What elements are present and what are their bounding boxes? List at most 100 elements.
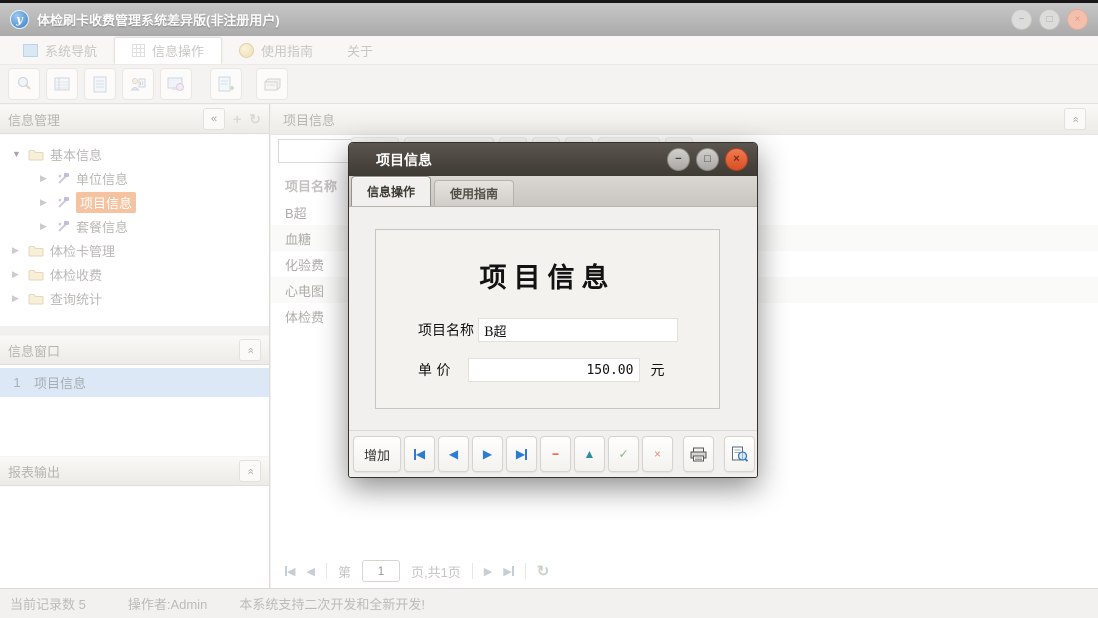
tree-item-card-manage[interactable]: ▶ 体检卡管理 (0, 238, 269, 262)
tree-item-project-info[interactable]: ▶ 项目信息 (0, 190, 269, 214)
refresh-icon[interactable]: ↻ (249, 111, 261, 128)
minimize-icon[interactable]: − (1011, 9, 1032, 30)
maximize-icon[interactable]: □ (1039, 9, 1060, 30)
navigation-tree: ▼ 基本信息 ▶ 单位信息 ▶ 项目信息 ▶ 套餐信息 ▶ (0, 134, 269, 326)
project-name-label: 项目名称 (418, 320, 474, 340)
list-view-button[interactable] (46, 68, 78, 100)
tree-item-label: 套餐信息 (76, 217, 128, 236)
tab-label: 使用指南 (261, 41, 313, 60)
user-report-button[interactable] (122, 68, 154, 100)
collapse-arrow-icon[interactable]: ▶ (12, 269, 27, 280)
tab-about[interactable]: 关于 (330, 37, 390, 64)
unit-price-input[interactable] (468, 358, 640, 382)
print-preview-icon (731, 446, 748, 462)
dialog-close-icon[interactable]: × (725, 148, 748, 171)
report-output-header: 报表输出 « (0, 456, 269, 486)
first-page-icon[interactable]: ◀ (285, 565, 295, 578)
print-button[interactable] (683, 436, 714, 472)
document-button[interactable] (84, 68, 116, 100)
tree-item-package-info[interactable]: ▶ 套餐信息 (0, 214, 269, 238)
add-icon[interactable]: + (233, 111, 241, 127)
expand-arrow-icon[interactable]: ▼ (12, 149, 27, 159)
tree-item-label: 体检卡管理 (50, 241, 115, 260)
tree-item-label: 查询统计 (50, 289, 102, 308)
prev-record-button[interactable]: ◀ (438, 436, 469, 472)
currency-unit-label: 元 (650, 360, 664, 380)
document-add-button[interactable] (210, 68, 242, 100)
list-view-icon (53, 76, 71, 92)
collapse-arrow-icon[interactable]: ▶ (40, 221, 55, 232)
info-manage-title: 信息管理 (8, 110, 60, 129)
open-window-item[interactable]: 1 项目信息 (0, 368, 269, 397)
dialog-title: 项目信息 (376, 150, 432, 170)
edit-record-button[interactable]: ▲ (574, 436, 605, 472)
collapse-arrow-icon[interactable]: ▶ (40, 173, 55, 184)
dialog-titlebar: 项目信息 − □ × (349, 143, 757, 176)
tree-item-query-stats[interactable]: ▶ 查询统计 (0, 286, 269, 310)
tree-item-label: 基本信息 (50, 145, 102, 164)
tree-item-unit-info[interactable]: ▶ 单位信息 (0, 166, 269, 190)
last-page-icon[interactable]: ▶ (503, 565, 513, 578)
blue-square-icon (23, 44, 38, 57)
dialog-tab-info-operation[interactable]: 信息操作 (351, 176, 431, 206)
unit-price-label: 单 价 (418, 360, 450, 380)
delete-record-button[interactable]: − (540, 436, 571, 472)
archive-button[interactable] (256, 68, 288, 100)
collapse-panel-icon[interactable]: « (1064, 108, 1086, 130)
tab-info-operation[interactable]: 信息操作 (114, 37, 222, 64)
tool-icon (56, 172, 70, 185)
tab-label: 关于 (347, 41, 373, 60)
dialog-minimize-icon[interactable]: − (667, 148, 690, 171)
close-icon[interactable]: × (1067, 9, 1088, 30)
next-record-button[interactable]: ▶ (472, 436, 503, 472)
first-record-button[interactable]: ◀ (404, 436, 435, 472)
last-record-button[interactable]: ▶ (506, 436, 537, 472)
form-title: 项目信息 (376, 256, 719, 295)
collapse-section-icon[interactable]: « (239, 460, 261, 482)
project-name-input[interactable] (478, 318, 678, 342)
info-window-header: 信息窗口 « (0, 335, 269, 365)
sidebar-collapse-icon[interactable]: « (203, 108, 225, 130)
add-button[interactable]: 增加 (353, 436, 401, 472)
main-panel-title: 项目信息 (283, 110, 335, 129)
screen-report-button[interactable] (160, 68, 192, 100)
application-window: y 体检刷卡收费管理系统差异版(非注册用户) − □ × 系统导航 信息操作 使… (0, 0, 1098, 618)
dialog-button-bar: 增加 ◀ ◀ ▶ ▶ − ▲ ✓ × (349, 430, 757, 477)
main-toolbar (0, 65, 1098, 104)
collapse-arrow-icon[interactable]: ▶ (40, 197, 55, 208)
window-titlebar: y 体检刷卡收费管理系统差异版(非注册用户) − □ × (0, 0, 1098, 36)
tree-item-basic-info[interactable]: ▼ 基本信息 (0, 142, 269, 166)
page-number-input[interactable] (362, 560, 400, 582)
window-title: 体检刷卡收费管理系统差异版(非注册用户) (37, 10, 280, 29)
prev-page-icon[interactable]: ◀ (306, 565, 314, 578)
tab-user-guide[interactable]: 使用指南 (222, 37, 330, 64)
pager-separator (525, 563, 526, 579)
report-output-title: 报表输出 (8, 462, 60, 481)
collapse-arrow-icon[interactable]: ▶ (12, 245, 27, 256)
folder-icon (28, 244, 44, 257)
tab-system-nav[interactable]: 系统导航 (6, 37, 114, 64)
print-preview-button[interactable] (724, 436, 755, 472)
refresh-icon[interactable]: ↻ (537, 562, 550, 580)
grid-pager: ◀ ◀ 第 页,共1页 ▶ ▶ ↻ (271, 556, 1098, 586)
collapse-section-icon[interactable]: « (239, 339, 261, 361)
cancel-button[interactable]: × (642, 436, 673, 472)
page-total-label: 页,共1页 (411, 562, 461, 581)
operator-status: 操作者:Admin (128, 594, 207, 613)
info-window-title: 信息窗口 (8, 341, 60, 360)
collapse-arrow-icon[interactable]: ▶ (12, 293, 27, 304)
pager-separator (326, 563, 327, 579)
tree-item-label-selected: 项目信息 (76, 192, 136, 213)
tree-item-label: 体检收费 (50, 265, 102, 284)
record-count-status: 当前记录数 5 (10, 594, 86, 613)
project-info-dialog: 项目信息 − □ × 信息操作 使用指南 项目信息 项目名称 单 价 元 (348, 142, 758, 478)
dialog-maximize-icon[interactable]: □ (696, 148, 719, 171)
folder-icon (28, 148, 44, 161)
search-button[interactable] (8, 68, 40, 100)
confirm-button[interactable]: ✓ (608, 436, 639, 472)
next-page-icon[interactable]: ▶ (484, 565, 492, 578)
tree-item-exam-charge[interactable]: ▶ 体检收费 (0, 262, 269, 286)
dialog-tab-user-guide[interactable]: 使用指南 (434, 180, 514, 206)
main-panel-header: 项目信息 « (271, 104, 1098, 135)
search-icon (15, 75, 33, 93)
